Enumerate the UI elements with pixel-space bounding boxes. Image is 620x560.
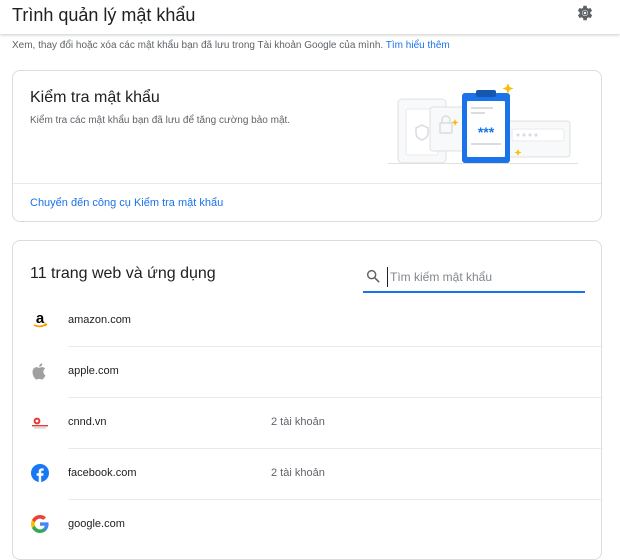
site-name: facebook.com	[68, 467, 137, 479]
password-checkup-illustration: ***	[388, 83, 578, 164]
page-description: Xem, thay đổi hoặc xóa các mật khẩu bạn …	[12, 40, 450, 51]
site-name: google.com	[68, 518, 125, 530]
account-count: 2 tài khoản	[271, 467, 325, 479]
site-name: apple.com	[68, 365, 119, 377]
search-box[interactable]	[363, 261, 585, 293]
facebook-icon	[31, 464, 49, 482]
svg-text:a: a	[36, 311, 45, 327]
amazon-icon: a	[33, 311, 48, 328]
search-icon	[366, 269, 380, 283]
masked-password-text: ***	[478, 124, 495, 140]
gear-icon[interactable]	[575, 3, 595, 23]
cnnd-icon	[32, 417, 48, 429]
password-checkup-card: Kiểm tra mật khẩu Kiểm tra các mật khẩu …	[12, 70, 602, 222]
list-title: 11 trang web và ứng dụng	[30, 265, 216, 282]
list-item[interactable]: apple.com	[13, 347, 603, 398]
card-divider	[13, 183, 601, 184]
checkup-description: Kiểm tra các mật khẩu bạn đã lưu để tăng…	[30, 115, 291, 126]
account-count: 2 tài khoản	[271, 416, 325, 428]
search-input[interactable]	[387, 267, 577, 287]
description-text: Xem, thay đổi hoặc xóa các mật khẩu bạn …	[12, 40, 384, 51]
top-bar: Trình quản lý mật khẩu	[0, 0, 620, 34]
google-icon	[31, 515, 49, 533]
list-item[interactable]: cnnd.vn 2 tài khoản	[13, 398, 603, 449]
saved-passwords-card: 11 trang web và ứng dụng a amazon.com ap…	[12, 240, 603, 560]
list-item[interactable]: facebook.com 2 tài khoản	[13, 449, 603, 500]
list-item[interactable]: a amazon.com	[13, 296, 603, 347]
page-title: Trình quản lý mật khẩu	[12, 5, 196, 25]
checkup-title: Kiểm tra mật khẩu	[30, 89, 160, 106]
list-item[interactable]: google.com	[13, 500, 603, 551]
learn-more-link[interactable]: Tìm hiểu thêm	[386, 40, 450, 51]
go-to-checkup-link[interactable]: Chuyển đến công cụ Kiểm tra mật khẩu	[30, 197, 223, 209]
site-name: amazon.com	[68, 314, 131, 326]
apple-icon	[32, 363, 46, 380]
site-name: cnnd.vn	[68, 416, 107, 428]
